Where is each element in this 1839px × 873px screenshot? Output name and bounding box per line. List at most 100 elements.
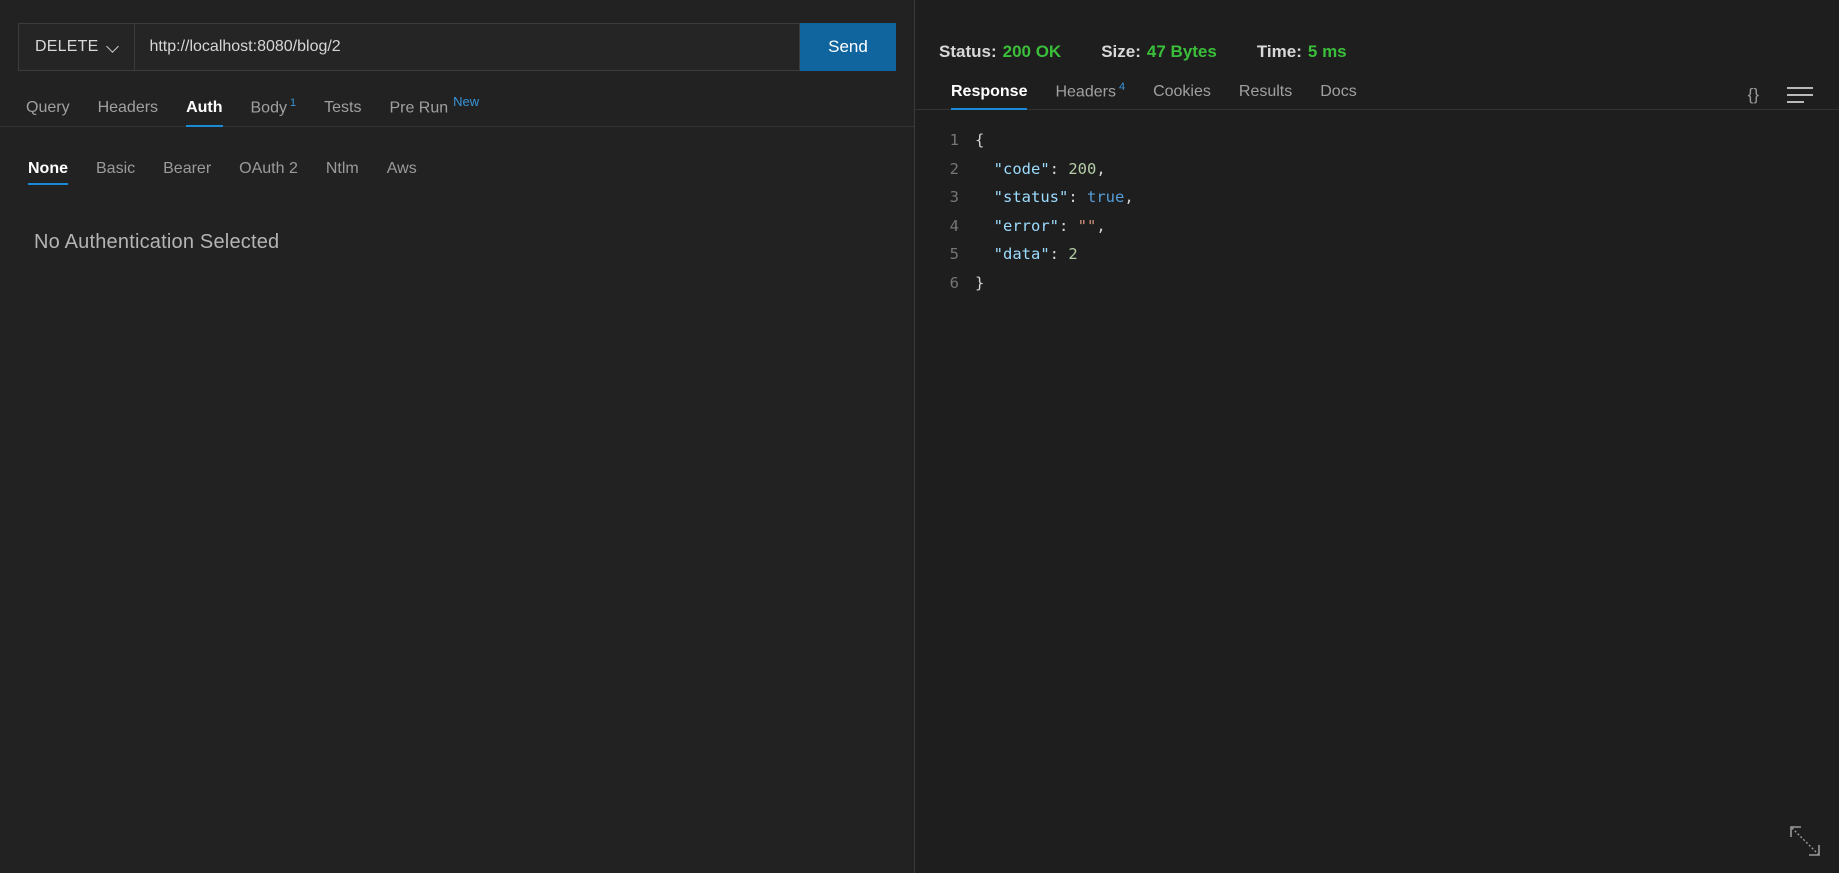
hamburger-icon[interactable] [1787,86,1813,103]
line-content: "status": true, [975,183,1134,212]
tab-label: Query [26,99,70,116]
auth-method-label: Basic [96,160,136,177]
line-number: 2 [949,159,959,178]
tab-tests[interactable]: Tests [310,100,375,126]
tab-label: Results [1238,83,1293,100]
auth-method-none[interactable]: None [14,161,82,185]
size-value: 47 Bytes [1146,42,1217,61]
code-token: , [1124,188,1134,206]
code-token: 2 [1068,245,1078,263]
code-token: : [1049,245,1069,263]
line-content: "error": "", [975,212,1106,241]
response-panel: Status: 200 OK Size: 47 Bytes Time: 5 ms Re… [915,0,1839,873]
url-bar: DELETE Send [0,0,914,71]
code-token: : [1059,216,1078,235]
auth-method-bearer[interactable]: Bearer [149,161,225,185]
tab-auth[interactable]: Auth [172,99,236,127]
line-content: "code": 200, [975,155,1106,184]
tab-label: Pre Run [389,99,449,116]
method-url-group: DELETE [18,23,800,71]
code-line: 4 "error": "", [915,212,1839,241]
status-label: Status: [939,42,997,61]
code-token: "" [1077,216,1097,235]
tab-label: Tests [324,99,362,116]
request-panel: DELETE Send Query Headers Auth Body1 Tes… [0,0,914,873]
code-line: 2 "code": 200, [915,155,1839,184]
tab-label: Cookies [1153,83,1211,100]
tab-response-headers[interactable]: Headers 4 [1041,80,1139,109]
code-token: "error" [993,216,1059,235]
format-json-icon[interactable]: {} [1748,86,1759,103]
auth-method-label: Aws [386,160,417,177]
time-badge: Time: 5 ms [1257,42,1347,62]
code-line: 3 "status": true, [915,183,1839,212]
auth-method-label: Bearer [163,160,212,177]
code-token: "data" [993,245,1050,263]
response-body-viewer[interactable]: 1{2 "code": 200, 3 "status": true, 4 "erro… [915,110,1839,297]
tab-response[interactable]: Response [937,83,1041,110]
url-input[interactable] [135,24,799,70]
tab-label: Body [250,99,287,116]
tab-label: Docs [1320,83,1357,100]
time-value: 5 ms [1307,42,1347,61]
tab-docs[interactable]: Docs [1306,84,1370,109]
code-token: "status" [993,188,1069,206]
chevron-down-icon [108,41,120,53]
tab-headers[interactable]: Headers [84,100,172,126]
line-content: } [975,269,984,298]
time-label: Time: [1256,42,1302,61]
tab-label: Response [951,83,1028,100]
line-number: 4 [949,216,959,235]
line-number: 5 [949,245,959,263]
response-status-bar: Status: 200 OK Size: 47 Bytes Time: 5 ms [915,0,1839,72]
code-line: 6} [915,269,1839,298]
code-token: , [1096,159,1106,178]
tab-label: Headers [1055,83,1116,100]
size-badge: Size: 47 Bytes [1101,42,1217,62]
request-tabs: Query Headers Auth Body 1 Tests Pre Run Ne… [0,87,914,127]
http-method-value: DELETE [35,38,99,55]
http-method-select[interactable]: DELETE [19,24,136,70]
size-label: Size: [1101,42,1141,61]
response-tabs: Response Headers 4 Cookies Results Docs {… [915,72,1839,110]
status-value: 200 OK [1002,42,1062,61]
auth-method-aws[interactable]: Aws [373,161,431,185]
code-token: 200 [1068,159,1097,178]
tab-label: Auth [186,99,223,116]
auth-method-oauth2[interactable]: OAuth 2 [225,161,312,185]
code-token: "code" [993,159,1050,178]
auth-method-label: None [28,160,68,177]
tab-cookies[interactable]: Cookies [1139,84,1225,109]
auth-method-label: Ntlm [325,160,359,177]
send-button[interactable]: Send [800,23,896,71]
response-actions: {} [1748,86,1831,109]
auth-empty-state: No Authentication Selected [34,231,280,253]
tab-badge-new: New [453,93,480,109]
tab-results[interactable]: Results [1225,84,1306,109]
tab-badge: 4 [1118,80,1126,93]
code-token: } [975,273,985,292]
code-line: 1{ [915,126,1839,155]
line-content: { [975,126,984,155]
code-token: : [1068,188,1087,206]
code-token: , [1096,216,1106,235]
code-token: : [1049,159,1069,178]
auth-method-tabs: None Basic Bearer OAuth 2 Ntlm Aws [0,151,914,185]
tab-badge: 1 [289,96,297,109]
auth-method-basic[interactable]: Basic [82,161,149,185]
code-line: 5 "data": 2 [915,240,1839,269]
auth-method-ntlm[interactable]: Ntlm [312,161,373,185]
tab-body[interactable]: Body 1 [237,96,311,126]
code-token: { [975,131,985,149]
api-client-window: DELETE Send Query Headers Auth Body1 Tes… [0,0,1839,873]
tab-pre-run[interactable]: Pre Run New [375,95,493,126]
line-number: 3 [949,188,959,206]
tab-query[interactable]: Query [12,100,84,126]
diagonal-resize-icon[interactable] [1787,823,1823,859]
code-token: true [1087,188,1125,206]
line-number: 6 [949,273,959,292]
